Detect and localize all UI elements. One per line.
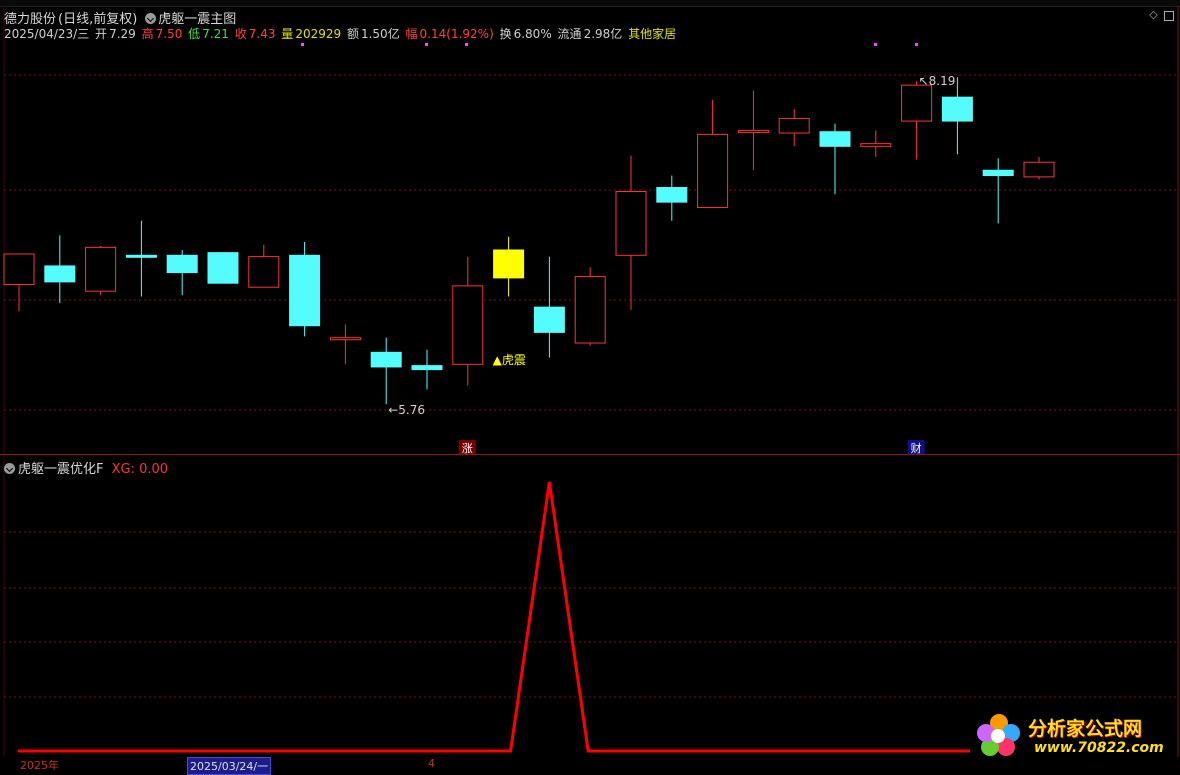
top-dot-marker bbox=[915, 43, 918, 46]
candle-body-up bbox=[737, 129, 769, 133]
candle-body-down bbox=[982, 169, 1014, 177]
watermark-url: www.70822.com bbox=[1034, 740, 1164, 756]
candle-body-down bbox=[44, 265, 76, 283]
candle-body-up bbox=[3, 253, 35, 286]
candle-body-up bbox=[615, 191, 647, 256]
top-dot-marker bbox=[425, 43, 428, 46]
subpanel-indicator-name[interactable]: 虎躯一震优化F bbox=[18, 462, 103, 477]
candle-body-down bbox=[370, 351, 402, 368]
candle-body-up bbox=[248, 256, 280, 288]
watermark: 分析家公式网 www.70822.com bbox=[976, 712, 1176, 760]
candle-body-down bbox=[207, 252, 239, 284]
top-dot-marker bbox=[874, 43, 877, 46]
low-price-label: ←5.76 bbox=[388, 403, 425, 417]
candle-body-down bbox=[819, 131, 851, 147]
candle-body-up bbox=[901, 84, 933, 122]
candle-body-up bbox=[574, 276, 606, 344]
candle-body-up bbox=[860, 143, 892, 147]
flower-logo-icon bbox=[976, 712, 1022, 758]
chart-canvas[interactable]: ←5.76↖8.19▲虎震涨财 bbox=[0, 0, 1180, 768]
high-price-label: ↖8.19 bbox=[919, 74, 956, 88]
year-label: 2025年 bbox=[20, 759, 59, 772]
candle-body-down bbox=[411, 365, 443, 371]
event-marker-cai: 财 bbox=[911, 441, 922, 455]
candle-body-down bbox=[656, 187, 688, 203]
candle-body-down bbox=[533, 306, 565, 333]
top-dot-marker bbox=[301, 43, 304, 46]
signal-label: ▲虎震 bbox=[493, 353, 526, 367]
candle-body-signal bbox=[493, 249, 525, 279]
candle-body-down bbox=[941, 96, 973, 122]
xg-value: XG: 0.00 bbox=[111, 462, 169, 477]
candle-body-up bbox=[329, 337, 361, 341]
candle-body-down bbox=[125, 254, 157, 258]
subpanel-dropdown-icon[interactable] bbox=[4, 463, 15, 474]
panel-separator bbox=[0, 454, 1180, 455]
candle-body-down bbox=[166, 254, 198, 274]
candle-body-up bbox=[85, 246, 117, 292]
watermark-title: 分析家公式网 bbox=[1028, 718, 1143, 740]
bottom-marker: 4 bbox=[428, 757, 435, 770]
top-dot-marker bbox=[465, 43, 468, 46]
candle-body-down bbox=[289, 254, 321, 327]
candle-body-up bbox=[697, 133, 729, 208]
candle-body-up bbox=[1023, 161, 1055, 178]
subpanel-header: 虎躯一震优化F XG: 0.00 bbox=[4, 458, 168, 477]
cursor-date-box: 2025/03/24/一 bbox=[187, 757, 272, 775]
candle-body-up bbox=[452, 285, 484, 365]
candle-body-up bbox=[778, 117, 810, 134]
xg-signal-line bbox=[18, 481, 970, 753]
